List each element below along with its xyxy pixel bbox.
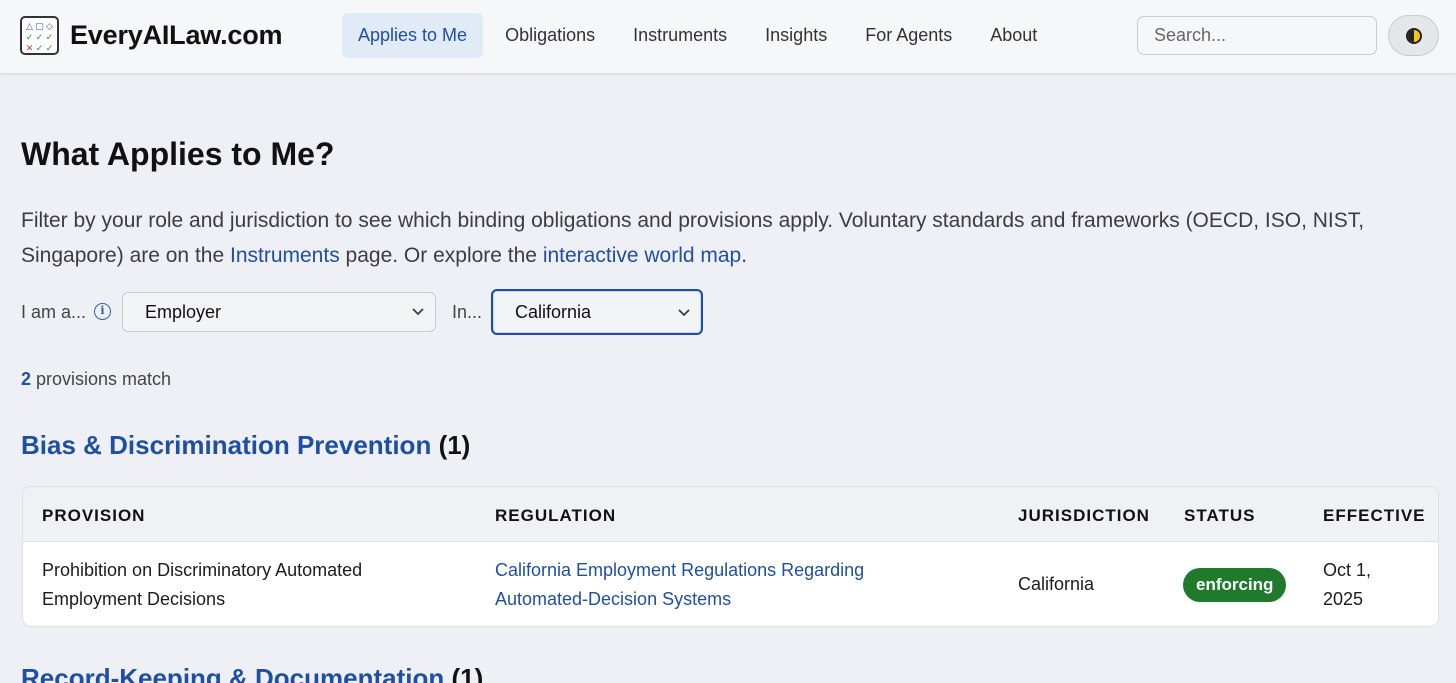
main-nav: Applies to Me Obligations Instruments In…	[342, 13, 1059, 58]
match-count-number: 2	[21, 369, 32, 389]
regulation-line-1: California Employment Regulations Regard…	[495, 560, 865, 580]
checklist-logo-icon: △ ▢ ◇ ✓ ✓ ✓ ✕ ✓ ✓	[20, 16, 59, 55]
col-effective[interactable]: EFFECTIVE	[1323, 506, 1426, 526]
cell-effective: Oct 1, 2025	[1323, 556, 1371, 614]
nav-applies-to-me[interactable]: Applies to Me	[342, 13, 484, 58]
chevron-down-icon	[412, 308, 424, 316]
intro-text-2: page. Or explore the	[339, 244, 543, 267]
site-logo[interactable]: △ ▢ ◇ ✓ ✓ ✓ ✕ ✓ ✓ EveryAILaw.com	[20, 16, 282, 55]
info-icon[interactable]: i	[94, 303, 111, 320]
col-regulation[interactable]: REGULATION	[495, 506, 616, 526]
cell-regulation: California Employment Regulations Regard…	[495, 556, 864, 614]
table-row: Prohibition on Discriminatory Automated …	[23, 542, 1438, 626]
col-status[interactable]: STATUS	[1184, 506, 1255, 526]
table-header: PROVISION REGULATION JURISDICTION STATUS…	[23, 487, 1438, 542]
search-input[interactable]	[1137, 16, 1377, 55]
provisions-table: PROVISION REGULATION JURISDICTION STATUS…	[22, 486, 1439, 627]
theme-toggle-button[interactable]	[1388, 15, 1439, 56]
filter-bar: I am a... i Employer In... California	[21, 289, 741, 335]
provision-line-2: Employment Decisions	[42, 589, 226, 609]
section-title: Bias & Discrimination Prevention	[21, 430, 432, 460]
status-badge: enforcing	[1183, 568, 1287, 602]
site-name: EveryAILaw.com	[70, 20, 283, 50]
page-title: What Applies to Me?	[21, 136, 335, 172]
jurisdiction-label: In...	[452, 302, 483, 322]
section-count: (1)	[451, 663, 484, 683]
role-select[interactable]: Employer	[122, 292, 436, 332]
regulation-link[interactable]: California Employment Regulations Regard…	[495, 556, 864, 614]
match-count: 2 provisions match	[21, 369, 171, 390]
col-jurisdiction[interactable]: JURISDICTION	[1018, 506, 1150, 526]
effective-line-1: Oct 1,	[1323, 560, 1372, 580]
match-count-text: provisions match	[31, 369, 172, 389]
cell-jurisdiction: California	[1018, 574, 1095, 594]
section-count: (1)	[438, 430, 471, 460]
section-heading-bias[interactable]: Bias & Discrimination Prevention (1)	[21, 430, 470, 461]
instruments-link[interactable]: Instruments	[230, 244, 340, 267]
regulation-line-2: Automated-Decision Systems	[495, 589, 732, 609]
jurisdiction-select[interactable]: California	[491, 289, 703, 335]
nav-for-agents[interactable]: For Agents	[849, 13, 968, 58]
section-title: Record-Keeping & Documentation	[21, 663, 445, 683]
chevron-down-icon	[678, 309, 690, 317]
nav-about[interactable]: About	[974, 13, 1053, 58]
nav-instruments[interactable]: Instruments	[617, 13, 743, 58]
cell-provision: Prohibition on Discriminatory Automated …	[42, 556, 362, 614]
role-select-value: Employer	[145, 301, 222, 322]
intro-paragraph: Filter by your role and jurisdiction to …	[21, 203, 1431, 273]
top-navigation-bar: △ ▢ ◇ ✓ ✓ ✓ ✕ ✓ ✓ EveryAILaw.com Applies to Me…	[0, 0, 1456, 74]
jurisdiction-select-value: California	[515, 301, 592, 322]
section-heading-record-keeping[interactable]: Record-Keeping & Documentation (1)	[21, 663, 483, 683]
nav-insights[interactable]: Insights	[749, 13, 843, 58]
half-moon-icon	[1405, 27, 1422, 44]
intro-text-3: .	[741, 244, 748, 267]
provision-line-1: Prohibition on Discriminatory Automated	[42, 560, 363, 580]
world-map-link[interactable]: interactive world map	[543, 244, 741, 267]
col-provision[interactable]: PROVISION	[42, 506, 145, 526]
effective-line-2: 2025	[1323, 589, 1364, 609]
nav-obligations[interactable]: Obligations	[489, 13, 611, 58]
role-label: I am a...	[21, 302, 87, 322]
